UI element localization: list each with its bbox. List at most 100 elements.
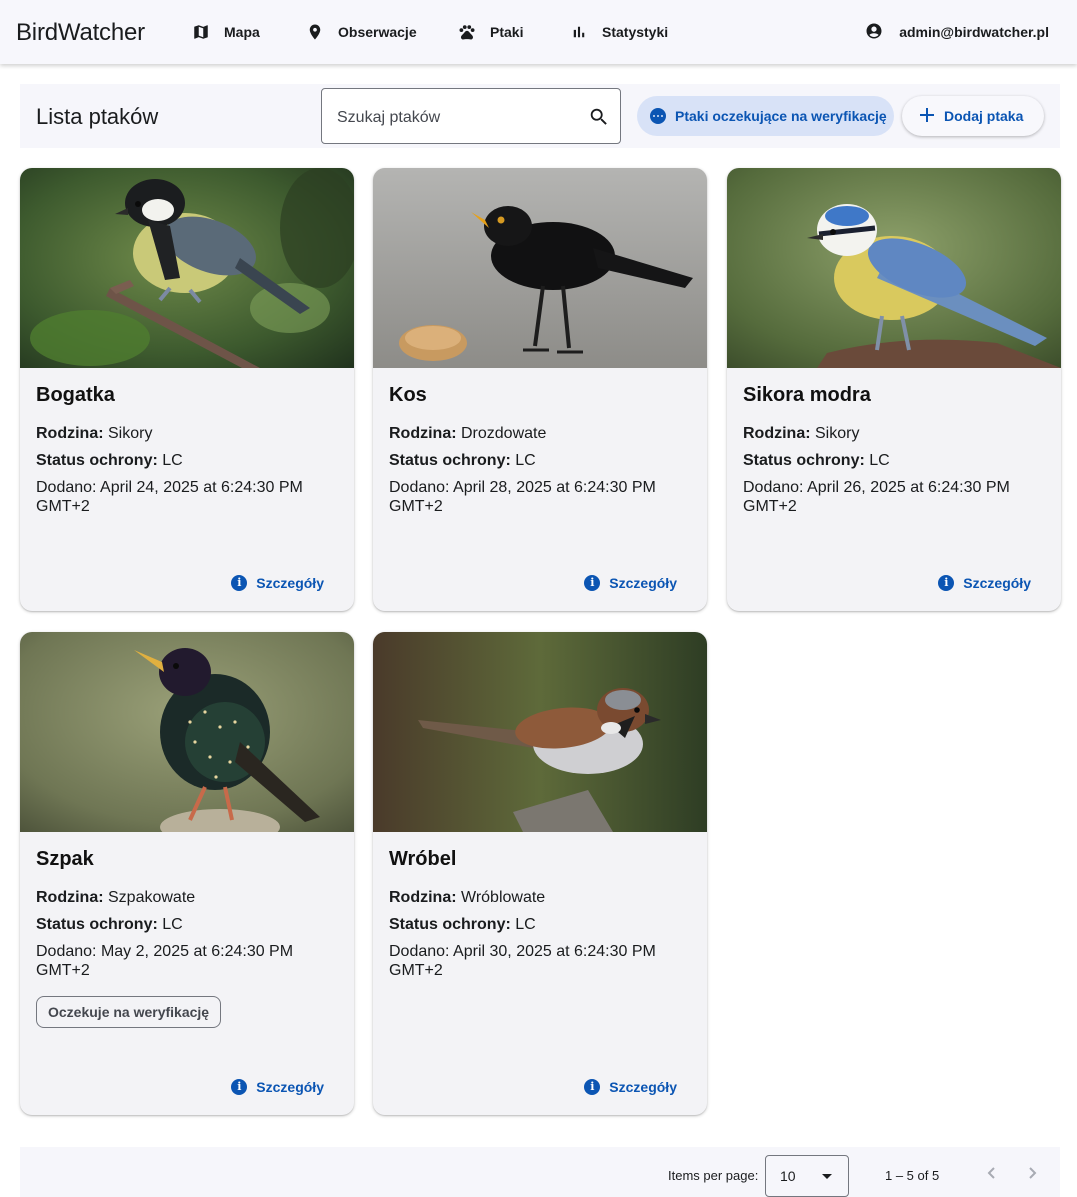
family-value: Szpakowate: [108, 889, 196, 906]
paginator: Items per page: 10 1 – 5 of 5: [20, 1147, 1060, 1197]
pending-verification-button[interactable]: Ptaki oczekujące na weryfikację: [637, 96, 894, 136]
bird-added-date: Dodano: April 28, 2025 at 6:24:30 PM GMT…: [389, 479, 656, 515]
nav-label: Ptaki: [490, 24, 524, 40]
details-label: Szczegóły: [609, 575, 677, 591]
plus-icon: [920, 107, 934, 125]
info-icon: i: [231, 1079, 248, 1095]
details-label: Szczegóły: [963, 575, 1031, 591]
nav-ptaki[interactable]: Ptaki: [448, 16, 533, 48]
family-label: Rodzina:: [389, 425, 457, 442]
bird-name: Sikora modra: [743, 384, 871, 406]
bird-card: Wróbel Rodzina: Wróblowate Status ochron…: [373, 632, 707, 1115]
nav-label: Statystyki: [602, 24, 669, 40]
bird-added-date: Dodano: April 24, 2025 at 6:24:30 PM GMT…: [36, 479, 303, 515]
bird-added-date: Dodano: May 2, 2025 at 6:24:30 PM GMT+2: [36, 943, 294, 979]
search-field[interactable]: [321, 88, 621, 144]
map-icon: [192, 23, 210, 41]
list-header: Lista ptaków Ptaki oczekujące na weryfik…: [20, 84, 1060, 148]
bird-name: Wróbel: [389, 848, 457, 870]
family-label: Rodzina:: [389, 889, 457, 906]
sparrow-photo: [373, 632, 707, 832]
great-tit-photo: [20, 168, 354, 368]
status-value: LC: [869, 452, 890, 469]
bird-card: Sikora modra Rodzina: Sikory Status ochr…: [727, 168, 1061, 611]
family-label: Rodzina:: [36, 425, 104, 442]
bird-card: Kos Rodzina: Drozdowate Status ochrony: …: [373, 168, 707, 611]
add-bird-label: Dodaj ptaka: [944, 108, 1024, 124]
bird-name: Bogatka: [36, 384, 115, 406]
details-button[interactable]: i Szczegóły: [231, 573, 324, 593]
details-button[interactable]: i Szczegóły: [584, 573, 677, 593]
family-label: Rodzina:: [743, 425, 811, 442]
details-button[interactable]: i Szczegóły: [584, 1077, 677, 1097]
app-brand[interactable]: BirdWatcher: [16, 19, 145, 47]
details-button[interactable]: i Szczegóły: [938, 573, 1031, 593]
nav-label: Obserwacje: [338, 24, 417, 40]
chevron-left-icon: [987, 1167, 995, 1179]
family-value: Sikory: [108, 425, 153, 442]
add-bird-button[interactable]: Dodaj ptaka: [902, 96, 1044, 136]
family-value: Drozdowate: [461, 425, 547, 442]
status-value: LC: [515, 916, 536, 933]
page-size-value: 10: [780, 1168, 796, 1184]
nav-label: Mapa: [224, 24, 260, 40]
status-value: LC: [162, 916, 183, 933]
nav-mapa[interactable]: Mapa: [182, 16, 270, 48]
pending-verification-badge: Oczekuje na weryfikację: [36, 996, 222, 1028]
details-label: Szczegóły: [256, 575, 324, 591]
bird-status: Status ochrony: LC: [389, 451, 689, 470]
details-button[interactable]: i Szczegóły: [231, 1077, 324, 1097]
bird-status: Status ochrony: LC: [36, 915, 336, 934]
user-menu-button[interactable]: admin@birdwatcher.pl: [865, 16, 1049, 48]
account-circle-icon: [865, 22, 883, 43]
info-icon: i: [938, 575, 955, 591]
bird-family: Rodzina: Drozdowate: [389, 424, 689, 443]
chevron-right-icon: [1029, 1167, 1037, 1179]
info-icon: i: [584, 575, 601, 591]
info-icon: i: [584, 1079, 601, 1095]
bird-added-date: Dodano: April 26, 2025 at 6:24:30 PM GMT…: [743, 479, 1010, 515]
nav-statystyki[interactable]: Statystyki: [560, 16, 678, 48]
page-size-select[interactable]: 10: [765, 1155, 849, 1197]
user-email: admin@birdwatcher.pl: [899, 24, 1049, 40]
bird-status: Status ochrony: LC: [743, 451, 1043, 470]
location-pin-icon: [306, 23, 324, 41]
bird-family: Rodzina: Szpakowate: [36, 888, 336, 907]
status-label: Status ochrony:: [36, 452, 158, 469]
pending-verification-label: Ptaki oczekujące na weryfikację: [675, 108, 887, 124]
bird-added-date: Dodano: April 30, 2025 at 6:24:30 PM GMT…: [389, 943, 656, 979]
bird-family: Rodzina: Wróblowate: [389, 888, 689, 907]
search-icon[interactable]: [588, 106, 610, 128]
blue-tit-photo: [727, 168, 1061, 368]
status-label: Status ochrony:: [389, 916, 511, 933]
next-page-button[interactable]: [1024, 1165, 1040, 1181]
bird-card: Szpak Rodzina: Szpakowate Status ochrony…: [20, 632, 354, 1115]
family-label: Rodzina:: [36, 889, 104, 906]
nav-obserwacje[interactable]: Obserwacje: [296, 16, 427, 48]
details-label: Szczegóły: [256, 1079, 324, 1095]
items-per-page-label: Items per page:: [668, 1168, 759, 1183]
bird-name: Kos: [389, 384, 427, 406]
bird-status: Status ochrony: LC: [36, 451, 336, 470]
previous-page-button[interactable]: [984, 1165, 1000, 1181]
status-label: Status ochrony:: [743, 452, 865, 469]
top-app-bar: BirdWatcher Mapa Obserwacje Ptaki Statys…: [0, 0, 1077, 64]
bird-name: Szpak: [36, 848, 94, 870]
page-range: 1 – 5 of 5: [885, 1168, 940, 1183]
paw-icon: [458, 23, 476, 41]
details-label: Szczegóły: [609, 1079, 677, 1095]
starling-photo: [20, 632, 354, 832]
status-value: LC: [515, 452, 536, 469]
family-value: Sikory: [815, 425, 860, 442]
more-horiz-circle-icon: [650, 108, 666, 124]
page-title: Lista ptaków: [36, 104, 159, 129]
status-label: Status ochrony:: [36, 916, 158, 933]
info-icon: i: [231, 575, 248, 591]
family-value: Wróblowate: [461, 889, 546, 906]
status-label: Status ochrony:: [389, 452, 511, 469]
bar-chart-icon: [570, 23, 588, 41]
status-value: LC: [162, 452, 183, 469]
search-input[interactable]: [337, 107, 577, 129]
bird-status: Status ochrony: LC: [389, 915, 689, 934]
bird-family: Rodzina: Sikory: [743, 424, 1043, 443]
